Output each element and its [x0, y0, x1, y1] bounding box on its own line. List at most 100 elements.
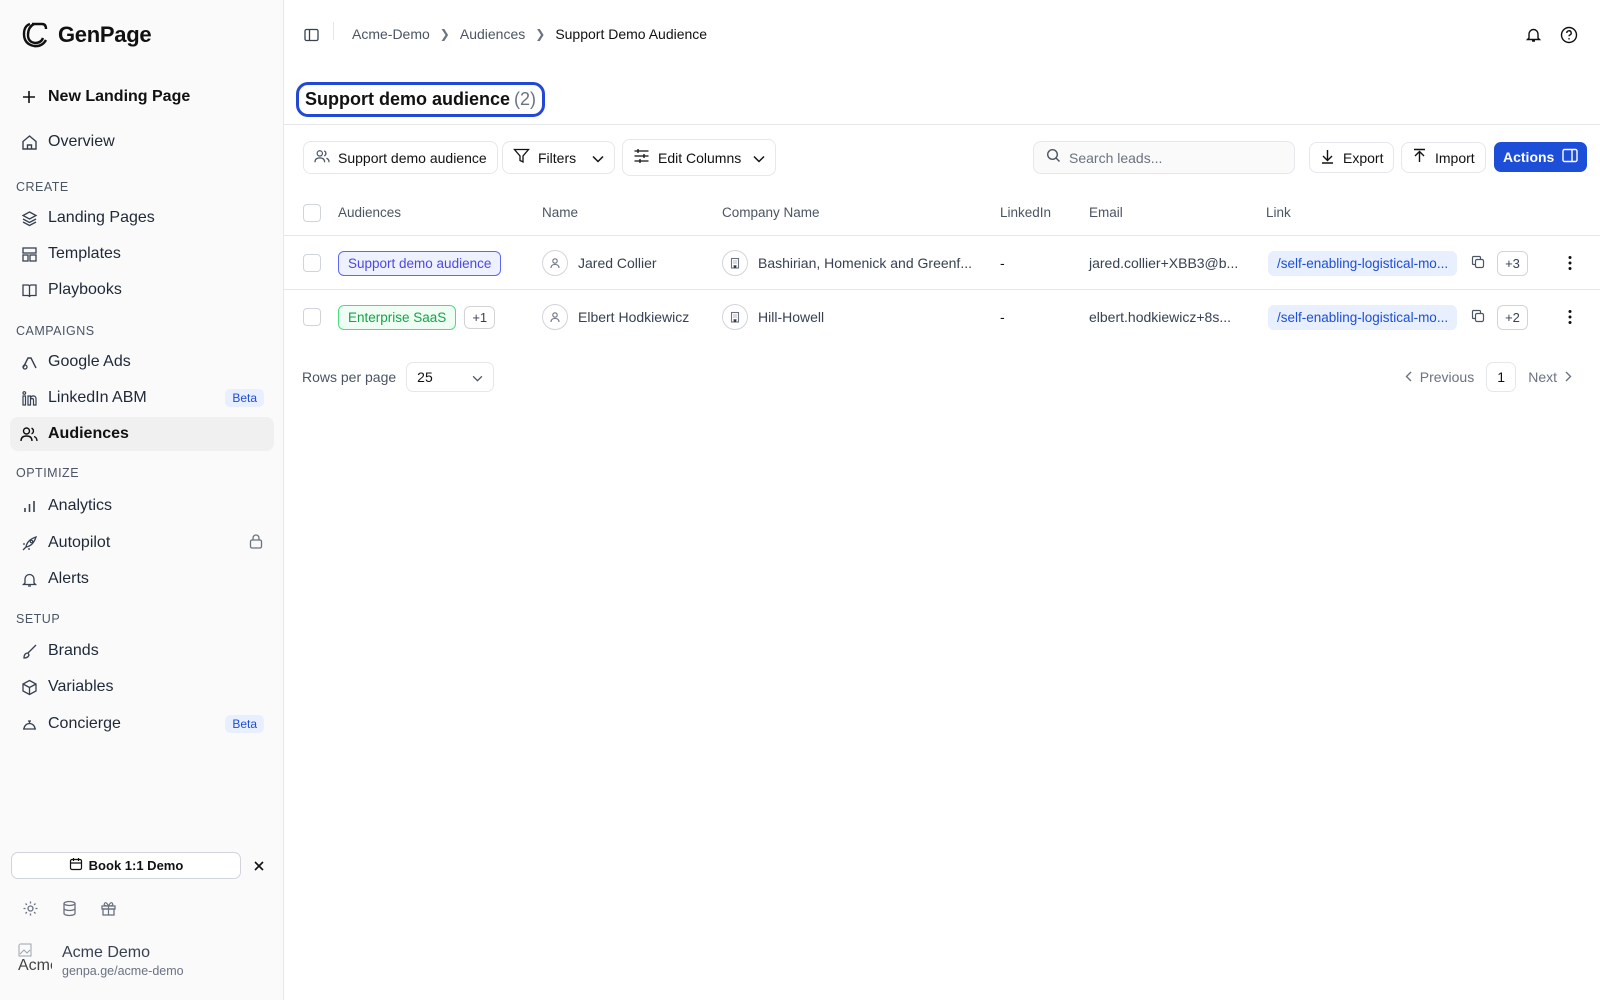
column-header-linkedin[interactable]: LinkedIn — [1000, 205, 1051, 220]
account-url: genpa.ge/acme-demo — [62, 964, 184, 978]
company-name[interactable]: Bashirian, Homenick and Greenf... — [758, 255, 972, 271]
bell-icon[interactable] — [1525, 26, 1542, 49]
concierge-bell-icon — [20, 715, 38, 733]
lead-link[interactable]: /self-enabling-logistical-mo... — [1268, 304, 1458, 330]
lead-name[interactable]: Jared Collier — [578, 255, 657, 271]
gift-icon[interactable] — [100, 900, 117, 922]
lead-name[interactable]: Elbert Hodkiewicz — [578, 309, 689, 325]
account-name: Acme Demo — [62, 944, 151, 961]
column-header-company[interactable]: Company Name — [722, 205, 820, 220]
next-button[interactable]: Next — [1528, 369, 1572, 385]
brush-icon — [20, 642, 38, 660]
beta-badge: Beta — [225, 389, 264, 407]
actions-label: Actions — [1503, 149, 1555, 165]
filters-label: Filters — [538, 149, 577, 166]
topbar: Acme-Demo ❯ Audiences ❯ Support Demo Aud… — [284, 0, 1600, 70]
sidebar-item-overview[interactable]: Overview — [10, 125, 274, 159]
more-audiences-badge[interactable]: +1 — [464, 305, 496, 329]
audience-filter-label: Support demo audience — [338, 149, 487, 166]
column-header-email[interactable]: Email — [1089, 205, 1123, 220]
sidebar-footer-icons — [22, 900, 117, 922]
more-links-badge[interactable]: +2 — [1497, 304, 1528, 330]
more-links-badge[interactable]: +3 — [1497, 250, 1528, 276]
linkedin-value: - — [1000, 309, 1005, 325]
audience-tag[interactable]: Support demo audience — [338, 250, 502, 276]
sidebar-item-linkedin-abm[interactable]: LinkedIn ABM Beta — [10, 381, 274, 415]
account-switcher[interactable]: Acme Acme Demo genpa.ge/acme-demo — [18, 943, 184, 979]
chevron-right-icon: ❯ — [439, 27, 450, 41]
column-header-link[interactable]: Link — [1266, 205, 1291, 220]
breadcrumb-item-workspace[interactable]: Acme-Demo — [352, 26, 430, 42]
help-icon[interactable] — [1560, 26, 1578, 49]
download-icon — [1320, 148, 1335, 167]
home-icon — [20, 133, 38, 151]
copy-icon[interactable] — [1471, 309, 1485, 326]
import-button[interactable]: Import — [1401, 142, 1486, 173]
rows-per-page-value: 25 — [417, 369, 433, 385]
sidebar-item-label: Google Ads — [48, 353, 131, 370]
table-row[interactable]: Support demo audience Jared Collier Bash… — [284, 235, 1600, 289]
breadcrumb-item-current: Support Demo Audience — [555, 26, 708, 42]
sidebar-item-analytics[interactable]: Analytics — [10, 489, 274, 523]
chevron-down-icon — [472, 369, 483, 385]
users-icon — [314, 149, 330, 167]
copy-icon[interactable] — [1471, 255, 1485, 272]
export-button[interactable]: Export — [1309, 142, 1395, 173]
sidebar-item-brands[interactable]: Brands — [10, 634, 274, 668]
database-icon[interactable] — [61, 900, 78, 922]
row-menu-icon[interactable] — [1568, 290, 1572, 344]
search-input[interactable] — [1069, 149, 1269, 166]
sidebar-item-landing-pages[interactable]: Landing Pages — [10, 201, 274, 235]
breadcrumb-item-audiences[interactable]: Audiences — [460, 26, 525, 42]
row-menu-icon[interactable] — [1568, 236, 1572, 290]
logo[interactable]: GenPage — [20, 20, 152, 50]
previous-button[interactable]: Previous — [1405, 369, 1474, 385]
gear-icon[interactable] — [22, 900, 39, 922]
sidebar-item-autopilot[interactable]: Autopilot — [10, 526, 274, 560]
sidebar-item-templates[interactable]: Templates — [10, 237, 274, 271]
table-row[interactable]: Enterprise SaaS +1 Elbert Hodkiewicz Hil… — [284, 289, 1600, 343]
row-checkbox[interactable] — [303, 290, 321, 344]
column-header-audiences[interactable]: Audiences — [338, 205, 401, 220]
select-all-checkbox[interactable] — [303, 204, 321, 222]
rows-per-page-select[interactable]: 25 — [406, 362, 495, 392]
edit-columns-button[interactable]: Edit Columns — [622, 139, 777, 176]
sidebar-item-label: Brands — [48, 642, 99, 659]
page-title[interactable]: Support demo audience (2) — [296, 82, 546, 117]
sidebar-item-concierge[interactable]: Concierge Beta — [10, 707, 274, 741]
actions-button[interactable]: Actions — [1494, 142, 1588, 172]
sidebar-item-variables[interactable]: Variables — [10, 670, 274, 704]
sidebar-item-audiences[interactable]: Audiences — [10, 417, 274, 451]
audience-tag[interactable]: Enterprise SaaS — [338, 304, 457, 330]
sidebar-item-google-ads[interactable]: Google Ads — [10, 345, 274, 379]
sidebar-item-alerts[interactable]: Alerts — [10, 562, 274, 596]
page-title-count: (2) — [514, 89, 537, 109]
search-box[interactable] — [1033, 141, 1295, 174]
users-icon — [20, 425, 38, 443]
sidebar-item-label: LinkedIn ABM — [48, 389, 147, 406]
email-value[interactable]: elbert.hodkiewicz+8s... — [1089, 290, 1231, 344]
bar-chart-icon — [20, 497, 38, 515]
lead-link[interactable]: /self-enabling-logistical-mo... — [1268, 250, 1458, 276]
section-label-optimize: OPTIMIZE — [16, 466, 80, 480]
import-label: Import — [1435, 149, 1475, 166]
audience-filter-button[interactable]: Support demo audience — [303, 141, 498, 174]
brand-name: GenPage — [58, 22, 152, 47]
page-number-button[interactable]: 1 — [1486, 362, 1517, 392]
search-icon — [1046, 148, 1061, 168]
book-demo-button[interactable]: Book 1:1 Demo — [11, 852, 241, 879]
close-icon[interactable] — [254, 858, 264, 876]
book-demo-label: Book 1:1 Demo — [88, 858, 184, 873]
chevron-down-icon — [592, 150, 604, 166]
lock-icon — [248, 533, 264, 554]
sidebar-toggle-icon[interactable] — [304, 28, 319, 47]
email-value[interactable]: jared.collier+XBB3@b... — [1089, 236, 1238, 290]
sidebar-item-playbooks[interactable]: Playbooks — [10, 273, 274, 307]
column-header-name[interactable]: Name — [542, 205, 578, 220]
filters-button[interactable]: Filters — [502, 141, 616, 174]
company-name[interactable]: Hill-Howell — [758, 309, 824, 325]
new-landing-page-button[interactable]: New Landing Page — [10, 80, 274, 114]
topbar-actions — [1525, 26, 1578, 49]
row-checkbox[interactable] — [303, 236, 321, 290]
sliders-icon — [633, 148, 650, 167]
